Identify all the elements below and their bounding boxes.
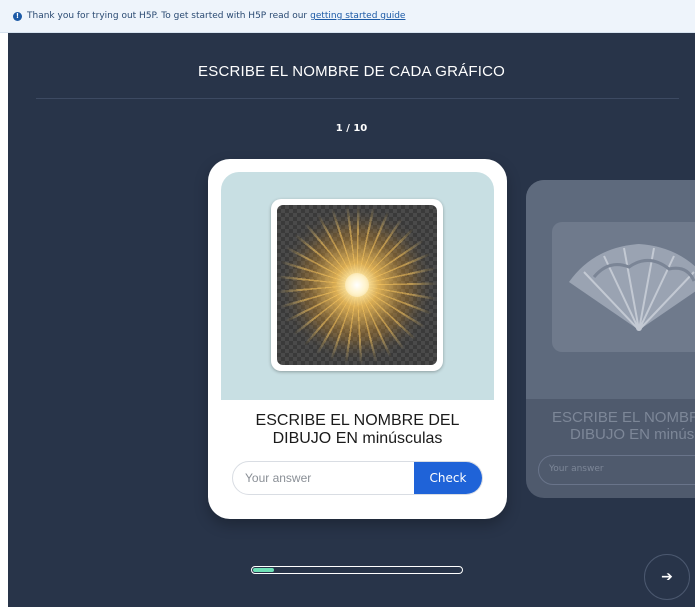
card-image-area	[221, 172, 494, 400]
answer-field: Check	[232, 461, 483, 495]
current-card: ESCRIBE EL NOMBRE DEL DIBUJO EN minúscul…	[208, 159, 507, 519]
dialog-cards-stage: ESCRIBE EL NOMBRE DE CADA GRÁFICO 1 / 10…	[8, 33, 695, 607]
light-burst-core	[345, 273, 369, 297]
next-card-prompt-line1: ESCRIBE EL NOMBRE DEL	[552, 409, 695, 426]
notice-text: Thank you for trying out H5P. To get sta…	[27, 11, 308, 21]
card-prompt-line2: DIBUJO EN minúsculas	[272, 430, 443, 447]
info-icon: !	[13, 11, 22, 21]
next-card-prompt-line2: DIBUJO EN minúsculas	[570, 426, 695, 443]
title-divider	[36, 98, 679, 99]
next-card[interactable]: ESCRIBE EL NOMBRE DEL DIBUJO EN minúscul…	[526, 180, 695, 498]
hand-fan-icon	[569, 244, 695, 331]
card-counter: 1 / 10	[335, 123, 368, 134]
hand-fan-image	[552, 222, 695, 352]
card-prompt-line1: ESCRIBE EL NOMBRE DEL	[255, 412, 460, 429]
next-card-answer-placeholder: Your answer	[549, 464, 604, 474]
h5p-notice-bar: ! Thank you for trying out H5P. To get s…	[0, 0, 695, 33]
card-image-frame[interactable]	[271, 199, 443, 371]
getting-started-link[interactable]: getting started guide	[310, 11, 405, 21]
next-card-prompt: ESCRIBE EL NOMBRE DEL DIBUJO EN minúscul…	[552, 409, 695, 443]
progress-fill	[253, 568, 274, 572]
light-burst-image	[277, 205, 437, 365]
next-card-image-area	[526, 180, 695, 399]
progress-bar	[251, 566, 463, 574]
answer-input[interactable]	[233, 462, 414, 494]
next-button[interactable]: ➔	[644, 554, 690, 600]
card-prompt: ESCRIBE EL NOMBRE DEL DIBUJO EN minúscul…	[208, 412, 507, 448]
check-button[interactable]: Check	[414, 462, 482, 494]
arrow-right-icon: ➔	[661, 569, 673, 585]
page-title: ESCRIBE EL NOMBRE DE CADA GRÁFICO	[198, 63, 505, 80]
next-card-answer-field: Your answer	[538, 455, 695, 485]
